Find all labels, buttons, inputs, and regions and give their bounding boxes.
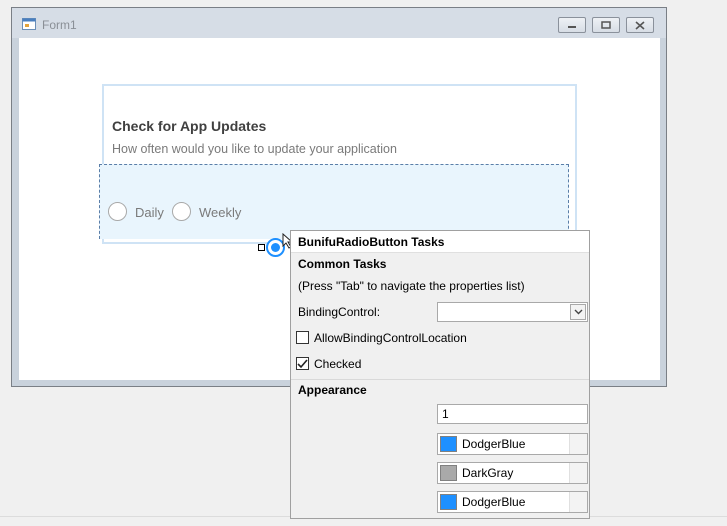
color-field-3[interactable]: DodgerBlue xyxy=(437,491,588,513)
card-subtitle: How often would you like to update your … xyxy=(112,142,397,156)
color-name-1: DodgerBlue xyxy=(462,437,526,451)
color-swatch-2 xyxy=(440,465,457,481)
allow-binding-label[interactable]: AllowBindingControlLocation xyxy=(314,331,467,345)
radio-fill xyxy=(271,243,280,252)
appearance-heading: Appearance xyxy=(298,383,367,397)
checked-row[interactable]: Checked xyxy=(296,356,556,372)
navigation-hint: (Press "Tab" to navigate the properties … xyxy=(298,279,525,293)
border-thickness-input[interactable]: 1 xyxy=(437,404,588,424)
color-field-2[interactable]: DarkGray xyxy=(437,462,588,484)
allow-binding-checkbox[interactable] xyxy=(296,331,309,344)
binding-control-dropdown[interactable] xyxy=(570,304,586,320)
tasks-header: BunifuRadioButton Tasks xyxy=(291,231,589,253)
tasks-title: BunifuRadioButton Tasks xyxy=(298,235,445,249)
allow-binding-row[interactable]: AllowBindingControlLocation xyxy=(296,330,556,346)
checked-checkbox[interactable] xyxy=(296,357,309,370)
close-icon xyxy=(635,20,645,30)
maximize-icon xyxy=(601,21,611,29)
selection-handle[interactable] xyxy=(258,244,265,251)
appearance-section: Appearance 1 DodgerBlue DarkGray DodgerB… xyxy=(291,380,589,518)
radio-group-panel[interactable]: Daily Weekly xyxy=(99,164,569,239)
smart-tasks-panel[interactable]: BunifuRadioButton Tasks Common Tasks (Pr… xyxy=(290,230,590,519)
color-swatch-3 xyxy=(440,494,457,510)
form-icon xyxy=(22,18,36,30)
color-swatch-1 xyxy=(440,436,457,452)
checked-label[interactable]: Checked xyxy=(314,357,361,371)
color-dropdown-3[interactable] xyxy=(569,492,587,512)
binding-control-select[interactable] xyxy=(437,302,588,322)
close-button[interactable] xyxy=(626,17,654,33)
radio-weekly-label[interactable]: Weekly xyxy=(199,205,241,220)
minimize-button[interactable] xyxy=(558,17,586,33)
color-name-2: DarkGray xyxy=(462,466,514,480)
binding-control-label: BindingControl: xyxy=(298,305,381,319)
chevron-down-icon xyxy=(574,309,582,315)
card-title: Check for App Updates xyxy=(112,118,267,134)
radio-weekly[interactable] xyxy=(172,202,191,221)
minimize-icon xyxy=(568,26,576,28)
radio-daily[interactable] xyxy=(108,202,127,221)
checkmark-icon xyxy=(297,358,308,368)
window-title: Form1 xyxy=(42,18,77,32)
color-dropdown-2[interactable] xyxy=(569,463,587,483)
title-bar[interactable]: Form1 xyxy=(12,8,666,38)
common-tasks-section: Common Tasks (Press "Tab" to navigate th… xyxy=(291,253,589,379)
radio-daily-label[interactable]: Daily xyxy=(135,205,164,220)
color-name-3: DodgerBlue xyxy=(462,495,526,509)
maximize-button[interactable] xyxy=(592,17,620,33)
color-field-1[interactable]: DodgerBlue xyxy=(437,433,588,455)
color-dropdown-1[interactable] xyxy=(569,434,587,454)
common-tasks-heading: Common Tasks xyxy=(298,257,387,271)
